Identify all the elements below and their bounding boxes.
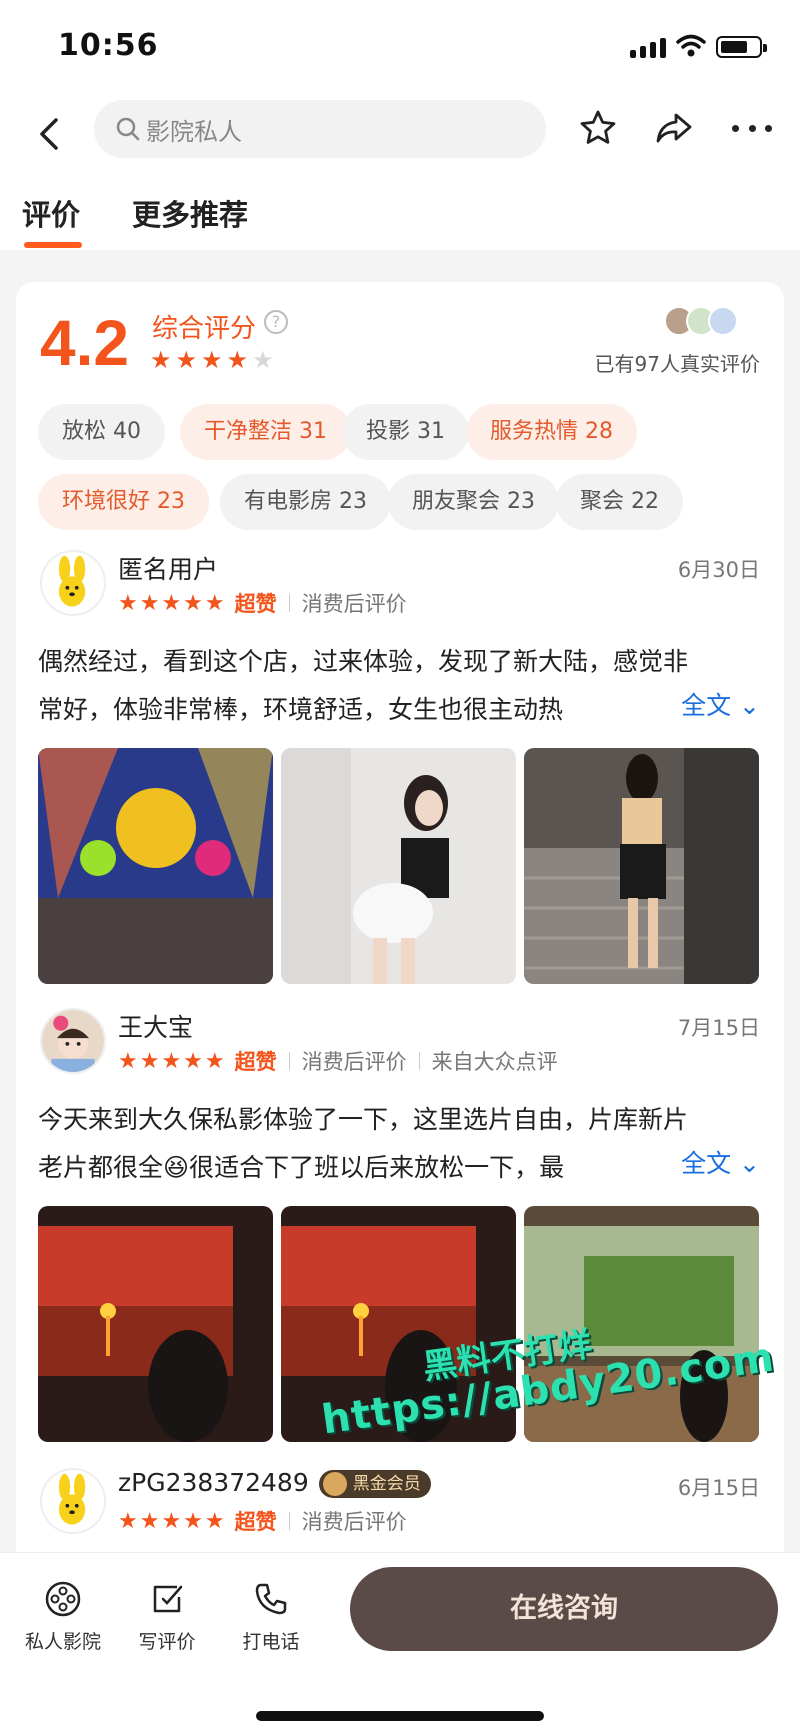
bottom-item-label: 私人影院	[24, 1631, 101, 1653]
review-text: 今天来到大久保私影体验了一下，这里选片自由，片库新片老片都很全😆很适合下了班以后…	[38, 1105, 689, 1182]
overall-stars: ★ ★ ★ ★ ★	[150, 348, 274, 372]
reviewer-name: 匿名用户	[118, 555, 219, 584]
status-bar: 10:56	[0, 0, 800, 96]
expand-full-text[interactable]: 全文 ⌄	[681, 686, 760, 722]
review-meta: 消费后评价	[301, 592, 407, 616]
search-icon	[116, 117, 140, 141]
review-rating-line: ★★★★★ 超赞 消费后评价 来自大众点评	[118, 1046, 558, 1076]
star-icon: ★	[150, 346, 172, 374]
tag-chip[interactable]: 环境很好 23	[38, 474, 209, 530]
rating-stars: ★★★★★	[118, 1048, 227, 1074]
review-date: 7月15日	[677, 1016, 760, 1040]
real-review-count: 已有97人真实评价	[594, 352, 760, 376]
film-reel-icon	[45, 1581, 81, 1617]
review-photo[interactable]	[524, 748, 759, 984]
tag-chip[interactable]: 聚会 22	[556, 474, 683, 530]
online-consult-button[interactable]: 在线咨询	[350, 1567, 778, 1651]
bottom-item-label: 写评价	[138, 1631, 196, 1653]
rating-stars: ★★★★★	[118, 590, 227, 616]
share-icon[interactable]	[654, 108, 694, 148]
back-icon[interactable]	[30, 114, 70, 154]
bottom-item-label: 打电话	[242, 1631, 300, 1653]
tag-chip[interactable]: 有电影房 23	[220, 474, 391, 530]
review-photo[interactable]	[38, 748, 273, 984]
rating-word: 超赞	[234, 1510, 277, 1534]
review-date: 6月15日	[677, 1476, 760, 1500]
bottom-item-cinema[interactable]: 私人影院	[18, 1579, 108, 1654]
review-meta: 消费后评价	[301, 1050, 407, 1074]
star-icon: ★	[201, 346, 223, 374]
review-rating-line: ★★★★★ 超赞 消费后评价	[118, 1506, 407, 1536]
review-photo[interactable]	[38, 1206, 273, 1442]
star-empty-icon: ★	[252, 346, 274, 374]
reviewer-name: 王大宝	[118, 1013, 194, 1042]
tab-bar: 评价 更多推荐	[0, 186, 800, 250]
rating-stars: ★★★★★	[118, 1508, 227, 1534]
battery-icon	[716, 36, 767, 58]
review-photo[interactable]	[281, 748, 516, 984]
avatar[interactable]	[40, 1008, 106, 1074]
tag-chip[interactable]: 干净整洁 31	[180, 404, 351, 460]
tab-reviews[interactable]: 评价	[22, 192, 83, 248]
tag-chip[interactable]: 服务热情 28	[466, 404, 637, 460]
review-text: 偶然经过，看到这个店，过来体验，发现了新大陆，感觉非常好，体验非常棒，环境舒适，…	[38, 647, 689, 724]
review-source: 来自大众点评	[431, 1050, 558, 1074]
star-icon: ★	[226, 346, 249, 374]
phone-icon	[255, 1583, 287, 1615]
reviewer-name: zPG238372489 黑金会员	[118, 1468, 431, 1498]
rating-word: 超赞	[234, 1050, 277, 1074]
search-input[interactable]: 影院私人	[94, 100, 546, 158]
help-icon[interactable]: ?	[264, 310, 288, 334]
avatar[interactable]	[40, 1468, 106, 1534]
home-indicator	[256, 1711, 544, 1721]
review-meta: 消费后评价	[301, 1510, 407, 1534]
review-date: 6月30日	[677, 558, 760, 582]
tag-chip[interactable]: 投影 31	[342, 404, 469, 460]
tag-chip[interactable]: 朋友聚会 23	[388, 474, 559, 530]
edit-review-icon	[153, 1585, 183, 1613]
tab-more-recommend[interactable]: 更多推荐	[132, 192, 248, 234]
favorite-star-icon[interactable]	[578, 108, 618, 148]
expand-full-text[interactable]: 全文 ⌄	[681, 1144, 760, 1180]
avatar[interactable]	[40, 550, 106, 616]
signal-icon	[630, 36, 666, 58]
review-rating-line: ★★★★★ 超赞 消费后评价	[118, 588, 407, 618]
bottom-action-bar: 私人影院 写评价 打电话 在线咨询	[0, 1552, 800, 1732]
review-photos	[38, 748, 759, 984]
status-time: 10:56	[58, 28, 159, 63]
search-placeholder: 影院私人	[146, 117, 242, 146]
rating-word: 超赞	[234, 592, 277, 616]
wifi-icon	[676, 34, 706, 57]
crown-icon	[322, 1472, 347, 1496]
reviewer-avatars	[664, 306, 738, 336]
top-nav: 影院私人	[0, 96, 800, 186]
overall-score-label: 综合评分	[152, 314, 257, 344]
bottom-item-write-review[interactable]: 写评价	[122, 1579, 212, 1654]
star-icon: ★	[175, 346, 198, 374]
overall-score: 4.2	[40, 307, 129, 379]
more-options-icon[interactable]	[732, 108, 772, 148]
vip-badge: 黑金会员	[318, 1470, 431, 1498]
tag-chip[interactable]: 放松 40	[38, 404, 165, 460]
bottom-item-call[interactable]: 打电话	[226, 1579, 316, 1654]
